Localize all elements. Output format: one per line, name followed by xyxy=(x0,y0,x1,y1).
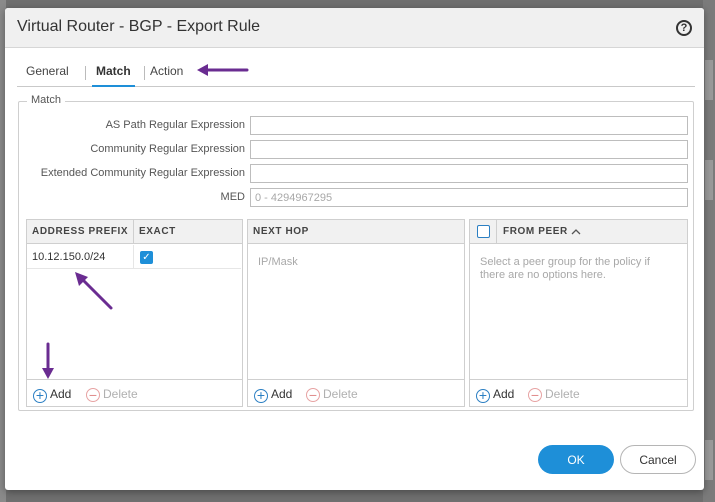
add-label: Add xyxy=(50,387,72,401)
as-path-row: AS Path Regular Expression xyxy=(19,116,695,136)
next-hop-header: NEXT HOP xyxy=(248,220,464,244)
delete-label: Delete xyxy=(323,387,358,401)
select-all-checkbox[interactable] xyxy=(477,225,490,238)
address-prefix-panel: ADDRESS PREFIX EXACT 10.12.150.0/24 ✓ + A… xyxy=(26,219,243,407)
column-separator xyxy=(133,220,134,244)
chevron-up-icon[interactable] xyxy=(571,228,581,236)
cell-separator xyxy=(133,245,134,269)
community-label: Community Regular Expression xyxy=(90,143,245,155)
plus-icon: + xyxy=(33,388,47,403)
address-prefix-delete-button[interactable]: − Delete xyxy=(86,387,138,402)
column-header-next-hop[interactable]: NEXT HOP xyxy=(253,226,309,237)
next-hop-delete-button[interactable]: − Delete xyxy=(306,387,358,402)
ok-button[interactable]: OK xyxy=(538,445,614,474)
from-peer-add-button[interactable]: + Add xyxy=(476,387,514,403)
background-window-right xyxy=(703,0,715,502)
column-header-from-peer[interactable]: FROM PEER xyxy=(503,226,568,237)
med-label: MED xyxy=(220,191,245,203)
med-input[interactable] xyxy=(250,188,688,207)
tab-match[interactable]: Match xyxy=(92,64,135,87)
minus-icon: − xyxy=(306,388,320,402)
tab-separator xyxy=(85,66,86,80)
delete-label: Delete xyxy=(545,387,580,401)
next-hop-panel: NEXT HOP IP/Mask + Add − Delete xyxy=(247,219,465,407)
match-legend: Match xyxy=(27,94,65,106)
address-prefix-add-button[interactable]: + Add xyxy=(33,387,71,403)
minus-icon: − xyxy=(86,388,100,402)
cancel-button[interactable]: Cancel xyxy=(620,445,696,474)
column-separator xyxy=(496,220,497,244)
export-rule-dialog: Virtual Router - BGP - Export Rule ? Gen… xyxy=(5,8,704,490)
extended-community-regex-input[interactable] xyxy=(250,164,688,183)
address-prefix-footer: + Add − Delete xyxy=(27,379,242,406)
from-peer-panel: FROM PEER Select a peer group for the po… xyxy=(469,219,688,407)
minus-icon: − xyxy=(528,388,542,402)
community-regex-input[interactable] xyxy=(250,140,688,159)
from-peer-footer: + Add − Delete xyxy=(470,379,687,406)
column-header-address-prefix[interactable]: ADDRESS PREFIX xyxy=(32,226,128,237)
med-row: MED xyxy=(19,188,695,208)
next-hop-placeholder: IP/Mask xyxy=(258,256,298,268)
next-hop-add-button[interactable]: + Add xyxy=(254,387,292,403)
match-fieldset: Match AS Path Regular Expression Communi… xyxy=(18,94,695,411)
from-peer-delete-button[interactable]: − Delete xyxy=(528,387,580,402)
table-row[interactable]: 10.12.150.0/24 ✓ xyxy=(27,245,241,269)
as-path-label: AS Path Regular Expression xyxy=(105,119,245,131)
extended-community-row: Extended Community Regular Expression xyxy=(19,164,695,184)
next-hop-footer: + Add − Delete xyxy=(248,379,464,406)
tab-general[interactable]: General xyxy=(26,64,69,87)
tab-separator xyxy=(144,66,145,80)
tab-bar: General Match Action xyxy=(17,61,695,87)
help-icon[interactable]: ? xyxy=(676,20,692,36)
dialog-title: Virtual Router - BGP - Export Rule xyxy=(17,18,261,35)
add-label: Add xyxy=(493,387,515,401)
from-peer-header: FROM PEER xyxy=(470,220,687,244)
address-prefix-cell[interactable]: 10.12.150.0/24 xyxy=(32,251,105,263)
exact-checkbox[interactable]: ✓ xyxy=(140,251,153,264)
dialog-titlebar: Virtual Router - BGP - Export Rule ? xyxy=(5,8,704,48)
delete-label: Delete xyxy=(103,387,138,401)
tab-action[interactable]: Action xyxy=(150,64,183,87)
add-label: Add xyxy=(271,387,293,401)
from-peer-placeholder: Select a peer group for the policy if th… xyxy=(480,256,650,281)
column-header-exact[interactable]: EXACT xyxy=(139,226,176,237)
plus-icon: + xyxy=(476,388,490,403)
as-path-regex-input[interactable] xyxy=(250,116,688,135)
plus-icon: + xyxy=(254,388,268,403)
community-row: Community Regular Expression xyxy=(19,140,695,160)
address-prefix-header: ADDRESS PREFIX EXACT xyxy=(27,220,242,244)
extended-community-label: Extended Community Regular Expression xyxy=(40,167,245,179)
